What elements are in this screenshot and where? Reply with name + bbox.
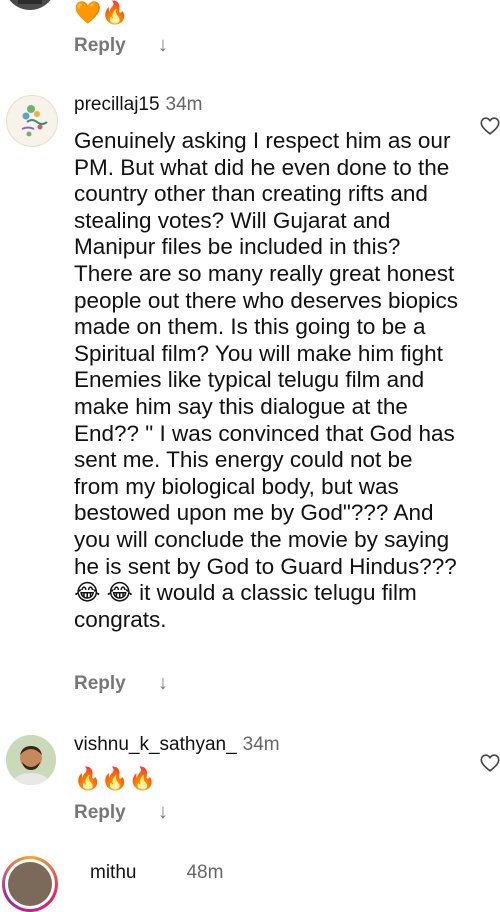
- username[interactable]: mithu: [90, 862, 136, 883]
- arrow-down-icon[interactable]: ↓: [158, 34, 168, 57]
- comment-text: 🔥🔥🔥: [74, 766, 157, 791]
- timestamp: 34m: [242, 734, 280, 755]
- heart-outline-icon[interactable]: [479, 752, 500, 774]
- reply-button[interactable]: Reply: [74, 802, 126, 824]
- comment-header: precillaj15 34m: [74, 94, 203, 116]
- comment-header: vishnu_k_sathyan_ 34m: [74, 734, 280, 756]
- comment-text: Genuinely asking I respect him as our PM…: [74, 128, 458, 632]
- username[interactable]: precillaj15: [74, 94, 160, 115]
- arrow-down-icon[interactable]: ↓: [158, 801, 168, 824]
- reply-button[interactable]: Reply: [74, 673, 126, 695]
- reply-button[interactable]: Reply: [74, 35, 126, 57]
- avatar-top[interactable]: [4, 0, 56, 10]
- comment-header: mithu 48m: [90, 862, 223, 884]
- arrow-down-icon[interactable]: ↓: [158, 672, 168, 695]
- avatar-mithu-story-ring[interactable]: [2, 856, 58, 912]
- timestamp: 34m: [165, 94, 203, 115]
- avatar-photo: [6, 735, 56, 785]
- avatar-precillaj15[interactable]: [6, 95, 58, 147]
- username[interactable]: vishnu_k_sathyan_: [74, 734, 237, 755]
- heart-outline-icon[interactable]: [479, 115, 500, 137]
- timestamp: 48m: [186, 862, 224, 883]
- avatar-illustration: [8, 97, 56, 145]
- avatar-vishnu_k_sathyan_[interactable]: [6, 735, 56, 785]
- top-comment-emojis: 🧡🔥: [74, 0, 129, 25]
